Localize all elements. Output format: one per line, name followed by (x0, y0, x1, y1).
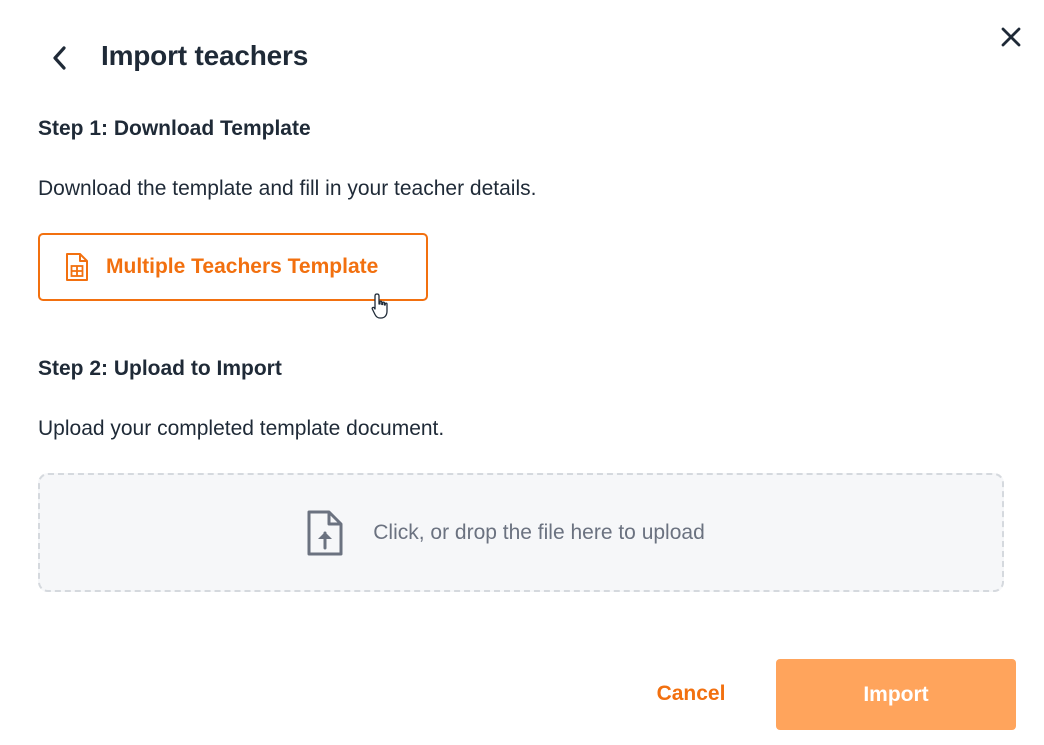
step1-heading: Step 1: Download Template (38, 117, 311, 140)
template-button-label: Multiple Teachers Template (106, 255, 379, 278)
back-button[interactable] (44, 42, 76, 74)
dropzone-hint: Click, or drop the file here to upload (373, 520, 705, 544)
file-dropzone[interactable]: Click, or drop the file here to upload (38, 473, 1004, 592)
close-icon (1001, 27, 1021, 47)
step2-heading: Step 2: Upload to Import (38, 357, 282, 380)
import-button[interactable]: Import (776, 659, 1016, 730)
close-button[interactable] (996, 22, 1026, 52)
file-upload-icon (305, 509, 345, 557)
step1-description: Download the template and fill in your t… (38, 177, 537, 200)
spreadsheet-file-icon (64, 252, 90, 282)
cancel-button[interactable]: Cancel (636, 660, 746, 728)
chevron-left-icon (53, 46, 66, 70)
step2-description: Upload your completed template document. (38, 417, 445, 440)
page-title: Import teachers (101, 40, 309, 71)
hand-cursor-icon (371, 293, 388, 319)
download-template-button[interactable]: Multiple Teachers Template (38, 233, 428, 301)
